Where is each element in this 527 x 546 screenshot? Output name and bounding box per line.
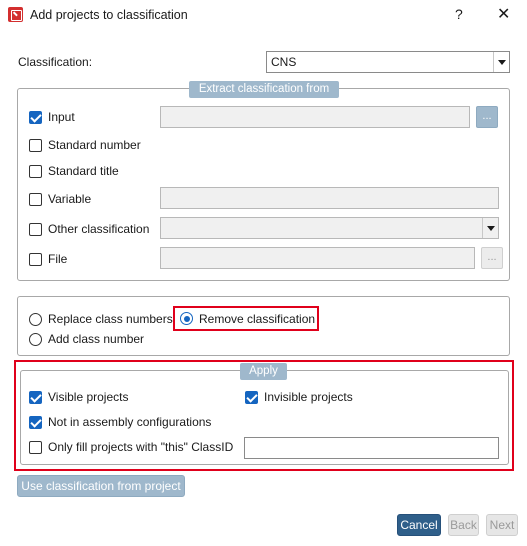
- other-classification-checkbox[interactable]: [29, 223, 42, 236]
- invisible-projects-label: Invisible projects: [264, 390, 353, 404]
- invisible-projects-checkbox[interactable]: [245, 391, 258, 404]
- back-button[interactable]: Back: [448, 514, 479, 536]
- remove-classification-radio[interactable]: [180, 312, 193, 325]
- extract-group-title: Extract classification from: [189, 81, 339, 98]
- apply-group-title: Apply: [240, 363, 287, 380]
- input-browse-button[interactable]: ...: [476, 106, 498, 128]
- file-checkbox[interactable]: [29, 253, 42, 266]
- only-fill-label: Only fill projects with "this" ClassID: [48, 440, 234, 454]
- file-field[interactable]: [160, 247, 475, 269]
- only-fill-checkbox[interactable]: [29, 441, 42, 454]
- classification-select[interactable]: CNS: [266, 51, 510, 73]
- input-checkbox[interactable]: [29, 111, 42, 124]
- app-icon: [8, 7, 23, 22]
- classification-value: CNS: [271, 55, 297, 69]
- visible-projects-checkbox[interactable]: [29, 391, 42, 404]
- standard-title-label: Standard title: [48, 164, 119, 178]
- add-class-number-radio[interactable]: [29, 333, 42, 346]
- standard-title-checkbox[interactable]: [29, 165, 42, 178]
- next-button[interactable]: Next: [486, 514, 518, 536]
- variable-field[interactable]: [160, 187, 499, 209]
- input-label: Input: [48, 110, 75, 124]
- classid-field[interactable]: [244, 437, 499, 459]
- not-in-assembly-label: Not in assembly configurations: [48, 415, 212, 429]
- chevron-down-icon[interactable]: [482, 218, 498, 238]
- remove-classification-label: Remove classification: [199, 312, 316, 326]
- title-bar: Add projects to classification ? ✕: [0, 0, 527, 31]
- use-classification-button[interactable]: Use classification from project: [17, 475, 185, 497]
- replace-class-numbers-radio[interactable]: [29, 313, 42, 326]
- standard-number-checkbox[interactable]: [29, 139, 42, 152]
- input-field[interactable]: [160, 106, 470, 128]
- add-class-number-label: Add class number: [48, 332, 145, 346]
- not-in-assembly-checkbox[interactable]: [29, 416, 42, 429]
- other-classification-select[interactable]: [160, 217, 499, 239]
- variable-checkbox[interactable]: [29, 193, 42, 206]
- window-title: Add projects to classification: [30, 8, 188, 22]
- help-button[interactable]: ?: [455, 6, 463, 22]
- chevron-down-icon[interactable]: [493, 52, 509, 72]
- visible-projects-label: Visible projects: [48, 390, 129, 404]
- file-browse-button[interactable]: ...: [481, 247, 503, 269]
- file-label: File: [48, 252, 68, 266]
- close-icon[interactable]: ✕: [497, 4, 510, 24]
- other-classification-label: Other classification: [48, 222, 150, 236]
- variable-label: Variable: [48, 192, 92, 206]
- standard-number-label: Standard number: [48, 138, 141, 152]
- cancel-button[interactable]: Cancel: [397, 514, 441, 536]
- replace-class-numbers-label: Replace class numbers: [48, 312, 173, 326]
- classification-label: Classification:: [18, 55, 93, 69]
